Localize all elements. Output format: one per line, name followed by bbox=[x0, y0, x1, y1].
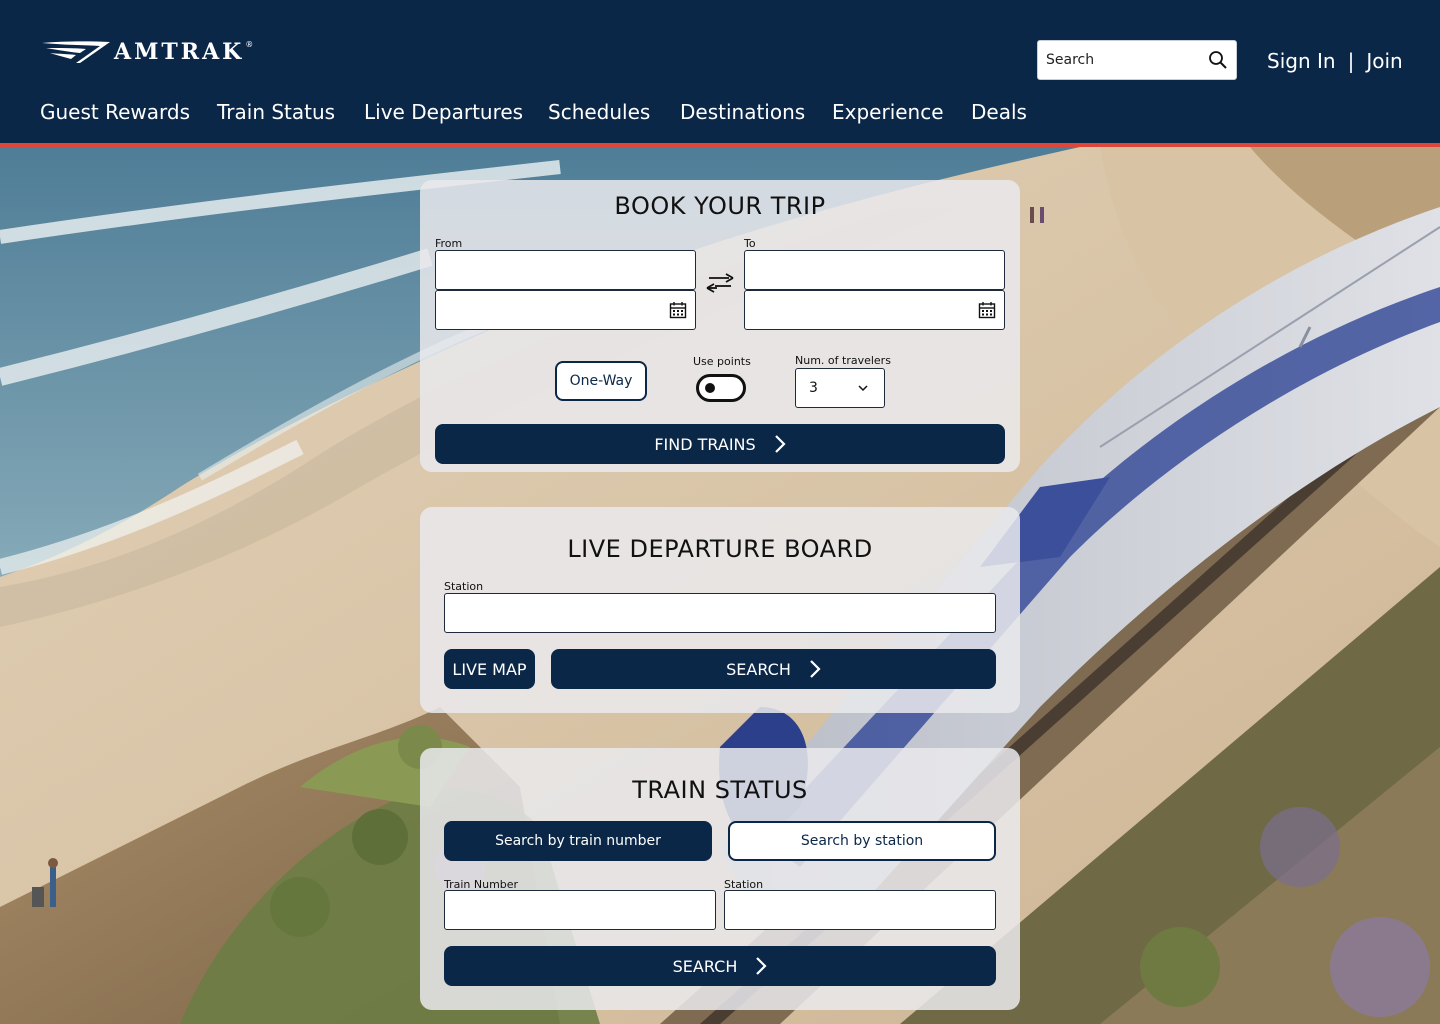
status-search-label: SEARCH bbox=[672, 956, 738, 976]
use-points-toggle[interactable] bbox=[696, 374, 746, 402]
train-number-field bbox=[444, 890, 716, 930]
travelers-select[interactable]: 3 bbox=[795, 368, 885, 408]
nav-guest-rewards[interactable]: Guest Rewards bbox=[40, 100, 190, 124]
departure-station-input[interactable] bbox=[445, 594, 995, 632]
swap-arrows-icon[interactable] bbox=[705, 272, 735, 296]
search-icon[interactable] bbox=[1208, 50, 1228, 70]
from-field bbox=[435, 250, 696, 290]
departure-station-label: Station bbox=[444, 580, 484, 593]
registered-mark: ® bbox=[245, 39, 254, 49]
tab-search-by-station[interactable]: Search by station bbox=[728, 821, 996, 861]
travelers-label: Num. of travelers bbox=[795, 354, 891, 367]
status-station-field bbox=[724, 890, 996, 930]
status-station-input[interactable] bbox=[725, 891, 995, 929]
return-date-field[interactable] bbox=[744, 290, 1005, 330]
nav-deals[interactable]: Deals bbox=[971, 100, 1027, 124]
to-input[interactable] bbox=[745, 251, 1004, 289]
sign-in-link[interactable]: Sign In bbox=[1267, 49, 1336, 73]
nav-train-status[interactable]: Train Status bbox=[217, 100, 335, 124]
departure-board-title: LIVE DEPARTURE BOARD bbox=[567, 535, 873, 563]
find-trains-button[interactable]: FIND TRAINS bbox=[435, 424, 1005, 464]
train-status-card: TRAIN STATUS Search by train number Sear… bbox=[420, 748, 1020, 1010]
find-trains-label: FIND TRAINS bbox=[654, 434, 756, 454]
chevron-down-icon bbox=[858, 385, 868, 392]
from-label: From bbox=[435, 237, 463, 250]
tab-search-by-train-number[interactable]: Search by train number bbox=[444, 821, 712, 861]
use-points-label: Use points bbox=[693, 355, 751, 368]
from-input[interactable] bbox=[436, 251, 695, 289]
trip-type-button[interactable]: One-Way bbox=[555, 361, 647, 401]
travelers-value: 3 bbox=[809, 380, 818, 396]
train-status-title: TRAIN STATUS bbox=[632, 776, 808, 804]
join-link[interactable]: Join bbox=[1366, 49, 1402, 73]
amtrak-logo[interactable]: AMTRAK ® bbox=[40, 38, 253, 66]
amtrak-wave-icon bbox=[42, 41, 110, 63]
depart-date-field[interactable] bbox=[435, 290, 696, 330]
chevron-right-icon bbox=[810, 660, 821, 678]
search-input[interactable] bbox=[1038, 41, 1203, 79]
train-number-input[interactable] bbox=[445, 891, 715, 929]
nav-live-departures[interactable]: Live Departures bbox=[364, 100, 523, 124]
chevron-right-icon bbox=[756, 957, 767, 975]
to-label: To bbox=[744, 237, 756, 250]
book-trip-card: BOOK YOUR TRIP From To One-Way Use point… bbox=[420, 180, 1020, 472]
nav-schedules[interactable]: Schedules bbox=[548, 100, 650, 124]
to-field bbox=[744, 250, 1005, 290]
site-search bbox=[1037, 40, 1237, 80]
live-map-button[interactable]: LIVE MAP bbox=[444, 649, 535, 689]
auth-links: Sign In | Join bbox=[1267, 46, 1403, 76]
nav-experience[interactable]: Experience bbox=[832, 100, 944, 124]
chevron-right-icon bbox=[774, 435, 786, 453]
departure-station-field bbox=[444, 593, 996, 633]
site-header: AMTRAK ® Sign In | Join Guest Rewards Tr… bbox=[0, 0, 1440, 143]
departure-search-button[interactable]: SEARCH bbox=[551, 649, 996, 689]
brand-name: AMTRAK bbox=[114, 39, 245, 65]
departure-board-card: LIVE DEPARTURE BOARD Station LIVE MAP SE… bbox=[420, 507, 1020, 713]
book-trip-title: BOOK YOUR TRIP bbox=[614, 192, 826, 220]
toggle-knob bbox=[705, 383, 715, 393]
status-search-button[interactable]: SEARCH bbox=[444, 946, 996, 986]
departure-search-label: SEARCH bbox=[726, 659, 791, 679]
calendar-icon[interactable] bbox=[978, 301, 996, 319]
auth-separator: | bbox=[1347, 49, 1355, 73]
nav-destinations[interactable]: Destinations bbox=[680, 100, 805, 124]
calendar-icon[interactable] bbox=[669, 301, 687, 319]
